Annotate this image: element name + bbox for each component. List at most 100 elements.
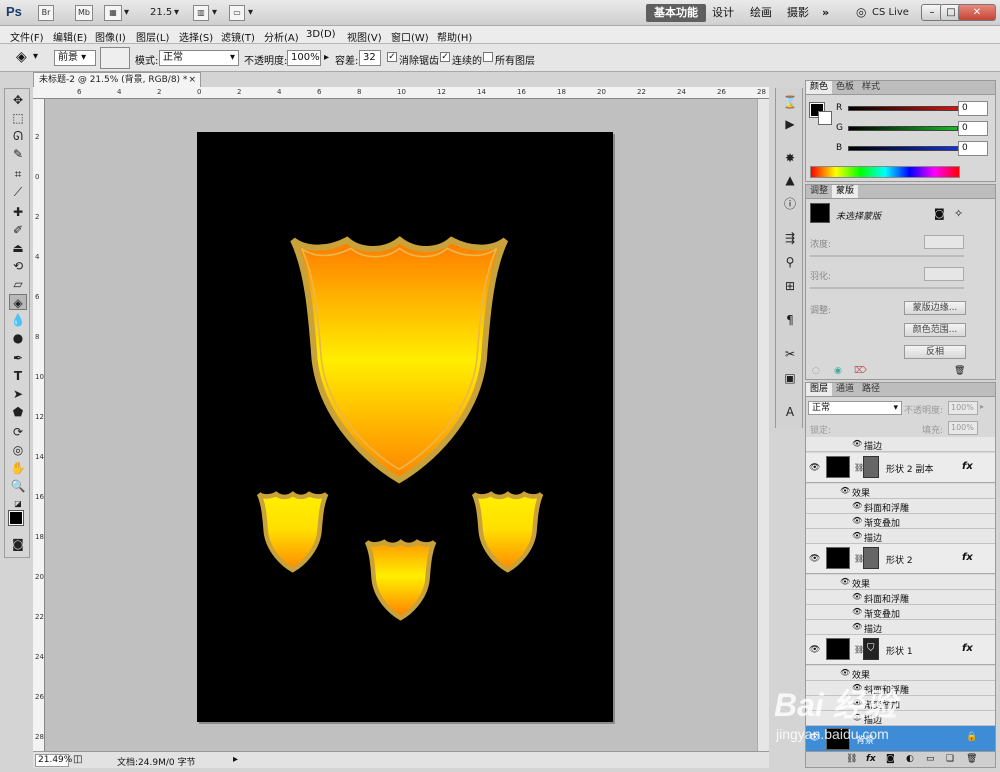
- cs-live-button[interactable]: CS Live: [872, 7, 909, 18]
- disable-mask-icon[interactable]: ⌦: [854, 366, 867, 376]
- menu-view[interactable]: 视图(V): [347, 29, 382, 44]
- pixel-mask-icon[interactable]: ◙: [934, 207, 945, 220]
- add-style-icon[interactable]: fx: [866, 754, 876, 764]
- foreground-color-swatch[interactable]: [8, 510, 24, 526]
- history-panel-icon[interactable]: ⌛: [781, 94, 799, 110]
- eye-icon[interactable]: 👁: [852, 516, 862, 525]
- eye-icon[interactable]: 👁: [852, 607, 862, 616]
- effect-row[interactable]: 👁 斜面和浮雕: [806, 590, 995, 605]
- quick-mask-icon[interactable]: ◙: [9, 536, 27, 552]
- paint-bucket-icon[interactable]: ◈: [16, 49, 27, 65]
- menu-window[interactable]: 窗口(W): [391, 29, 429, 44]
- zoom-readout[interactable]: 21.5: [150, 7, 172, 18]
- status-zoom-input[interactable]: 21.49%: [35, 754, 72, 767]
- opacity-input[interactable]: 100%: [287, 50, 321, 66]
- info-panel-icon[interactable]: ⓘ: [781, 196, 799, 212]
- effects-row[interactable]: 👁 效果: [806, 666, 995, 681]
- tolerance-input[interactable]: 32: [359, 50, 381, 66]
- red-value-input[interactable]: 0: [958, 101, 988, 116]
- effect-row[interactable]: 👁 描边: [806, 620, 995, 635]
- paint-bucket-tool-icon[interactable]: ◈: [9, 294, 27, 310]
- eye-icon[interactable]: 👁: [840, 486, 850, 495]
- workspace-design[interactable]: 设计: [704, 4, 742, 22]
- menu-select[interactable]: 选择(S): [179, 29, 213, 44]
- layer-shape2[interactable]: 👁 ⛓ 形状 2 fx: [806, 544, 995, 574]
- healing-brush-tool-icon[interactable]: ✚: [9, 204, 27, 220]
- tab-paths[interactable]: 路径: [858, 383, 884, 396]
- pen-tool-icon[interactable]: ✒: [9, 350, 27, 366]
- slider-green[interactable]: G 0: [836, 121, 1000, 137]
- blue-value-input[interactable]: 0: [958, 141, 988, 156]
- slider-blue[interactable]: B 0: [836, 141, 1000, 157]
- chevron-down-icon[interactable]: ▾: [33, 51, 38, 62]
- pattern-picker[interactable]: [100, 47, 130, 69]
- chevron-right-icon[interactable]: ▸: [324, 52, 329, 63]
- invert-button[interactable]: 反相: [904, 345, 966, 359]
- color-spectrum-ramp[interactable]: [810, 166, 960, 178]
- menu-analysis[interactable]: 分析(A): [264, 29, 299, 44]
- shape-tool-icon[interactable]: ⬟: [9, 404, 27, 420]
- eye-icon[interactable]: 👁: [809, 463, 820, 473]
- canvas-scrollbar[interactable]: [757, 99, 769, 751]
- density-input[interactable]: [924, 235, 964, 249]
- eye-icon[interactable]: 👁: [852, 592, 862, 601]
- lasso-tool-icon[interactable]: ᘏ: [9, 128, 27, 144]
- eye-icon[interactable]: 👁: [840, 577, 850, 586]
- delete-mask-icon[interactable]: 🗑: [954, 366, 965, 376]
- new-adjustment-icon[interactable]: ◐: [906, 754, 914, 764]
- density-slider[interactable]: [810, 255, 964, 257]
- effect-row[interactable]: 👁 渐变叠加: [806, 514, 995, 529]
- eraser-tool-icon[interactable]: ▱: [9, 276, 27, 292]
- effect-row[interactable]: 👁 描边: [806, 529, 995, 544]
- status-info-icon[interactable]: ◫: [73, 754, 82, 765]
- menu-image[interactable]: 图像(I): [95, 29, 126, 44]
- brush-tool-icon[interactable]: ✐: [9, 222, 27, 238]
- chevron-down-icon[interactable]: ▾: [248, 7, 253, 18]
- eyedropper-tool-icon[interactable]: ⟋: [9, 184, 27, 200]
- move-tool-icon[interactable]: ✥: [9, 92, 27, 108]
- clone-source-icon[interactable]: ⚲: [781, 254, 799, 270]
- new-layer-icon[interactable]: ❏: [946, 754, 954, 764]
- mask-edge-button[interactable]: 蒙版边缘...: [904, 301, 966, 315]
- apply-mask-icon[interactable]: ◉: [834, 366, 842, 376]
- menu-3d[interactable]: 3D(D): [306, 29, 336, 40]
- histogram-panel-icon[interactable]: ▲: [781, 172, 799, 188]
- load-selection-icon[interactable]: ◌: [812, 366, 820, 376]
- workspace-essentials[interactable]: 基本功能: [646, 4, 706, 22]
- vector-mask-thumbnail[interactable]: [863, 547, 879, 569]
- vector-mask-thumbnail[interactable]: [863, 456, 879, 478]
- document-tab[interactable]: 未标题-2 @ 21.5% (背景, RGB/8) * ×: [33, 72, 201, 87]
- marquee-tool-icon[interactable]: ⬚: [9, 110, 27, 126]
- tab-masks[interactable]: 蒙版: [832, 185, 859, 198]
- eye-icon[interactable]: 👁: [852, 531, 862, 540]
- fill-source-select[interactable]: 前景 ▾: [54, 50, 96, 66]
- path-selection-tool-icon[interactable]: ➤: [9, 386, 27, 402]
- quick-select-tool-icon[interactable]: ✎: [9, 146, 27, 162]
- eye-icon[interactable]: 👁: [840, 668, 850, 677]
- vector-mask-icon[interactable]: ✧: [954, 207, 963, 220]
- delete-layer-icon[interactable]: 🗑: [966, 754, 977, 764]
- layer-shape2-copy[interactable]: 👁 ⛓ 形状 2 副本 fx: [806, 453, 995, 483]
- eye-icon[interactable]: 👁: [809, 554, 820, 564]
- layer-opacity-input[interactable]: 100%: [948, 401, 978, 415]
- effect-row[interactable]: 👁 渐变叠加: [806, 605, 995, 620]
- navigator-panel-icon[interactable]: ✸: [781, 150, 799, 166]
- vector-mask-thumbnail[interactable]: ⛉: [863, 638, 879, 660]
- blue-track[interactable]: [848, 146, 958, 151]
- blend-mode-select[interactable]: 正常 ▾: [808, 401, 902, 415]
- status-menu-icon[interactable]: ▸: [233, 754, 238, 765]
- tab-color[interactable]: 颜色: [806, 81, 833, 94]
- 3d-rotate-tool-icon[interactable]: ⟳: [9, 424, 27, 440]
- clone-stamp-tool-icon[interactable]: ⏏: [9, 240, 27, 256]
- menu-file[interactable]: 文件(F): [10, 29, 44, 44]
- extras-icon[interactable]: ▦: [104, 5, 122, 21]
- fx-icon[interactable]: fx: [962, 461, 973, 472]
- more-workspaces-button[interactable]: »: [814, 4, 837, 22]
- effect-row[interactable]: 👁 描边: [806, 711, 995, 726]
- paragraph-panel-icon[interactable]: ¶: [781, 312, 799, 328]
- fx-icon[interactable]: fx: [962, 552, 973, 563]
- mini-bridge-button[interactable]: Mb: [75, 5, 93, 21]
- feather-slider[interactable]: [810, 287, 964, 289]
- actions-panel-icon[interactable]: ▶: [781, 116, 799, 132]
- tab-swatches[interactable]: 色板: [832, 81, 858, 94]
